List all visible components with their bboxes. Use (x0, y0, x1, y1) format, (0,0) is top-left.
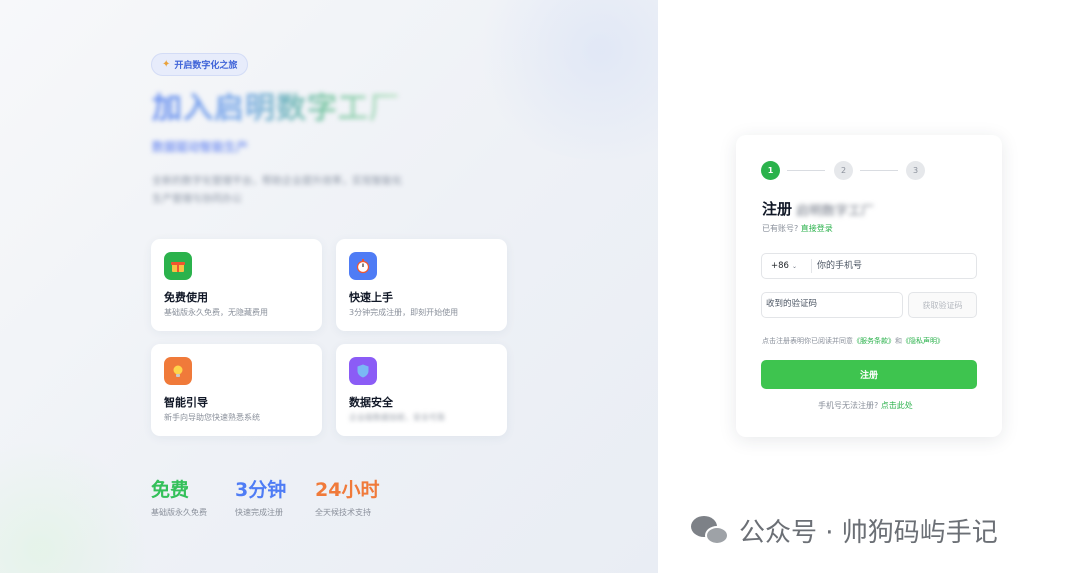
feature-title: 快速上手 (349, 291, 393, 304)
intro-panel: ✦ 开启数字化之旅 加入启明数字工厂 数据驱动智能生产 全新的数字化管理平台，帮… (0, 0, 658, 573)
agreement-text: 点击注册表明你已阅读并同意《服务条款》和《隐私声明》 (762, 336, 944, 346)
sparkle-icon: ✦ (162, 59, 171, 70)
agreement-prefix: 点击注册表明你已阅读并同意 (762, 337, 853, 345)
agreement-and: 和 (895, 337, 902, 345)
watermark-text: 公众号 · 帅狗码屿手记 (739, 518, 998, 548)
stat-support: 24小时 全天候技术支持 (315, 478, 379, 518)
feature-card-quick: 快速上手 3分钟完成注册，即刻开始使用 (336, 239, 507, 331)
phone-input[interactable] (817, 254, 972, 278)
feature-desc: 基础版永久免费，无隐藏费用 (164, 308, 268, 317)
watermark: 公众号 · 帅狗码屿手记 (691, 512, 998, 549)
click-here-link[interactable]: 点击此处 (881, 401, 913, 410)
chevron-down-icon: ⌄ (791, 262, 797, 270)
headline: 加入启明数字工厂 (152, 91, 400, 126)
login-prompt: 已有账号? 直接登录 (762, 223, 833, 234)
pill-label: 开启数字化之旅 (174, 61, 238, 71)
get-code-button[interactable]: 获取验证码 (908, 292, 977, 318)
verification-code-input[interactable] (766, 292, 898, 316)
feature-card-free: 免费使用 基础版永久免费，无隐藏费用 (151, 239, 322, 331)
cant-register-text: 手机号无法注册? (818, 401, 879, 410)
step-connector (787, 170, 825, 171)
stat-value: 免费 (151, 479, 190, 501)
feature-title: 智能引导 (164, 396, 208, 409)
step-3: 3 (906, 161, 925, 180)
stopwatch-icon (349, 252, 377, 280)
register-card (736, 135, 1002, 437)
step-1: 1 (761, 161, 780, 180)
country-code-value: +86 (771, 261, 789, 271)
stat-value: 24小时 (315, 479, 380, 501)
gift-icon (164, 252, 192, 280)
stat-free: 免费 基础版永久免费 (151, 478, 207, 518)
wechat-icon (691, 514, 731, 548)
journey-pill: ✦ 开启数字化之旅 (151, 53, 249, 76)
feature-card-guide: 智能引导 新手向导助您快速熟悉系统 (151, 344, 322, 436)
login-prompt-text: 已有账号? (762, 224, 799, 233)
step-connector (860, 170, 898, 171)
stat-label: 基础版永久免费 (151, 508, 207, 517)
feature-desc: 新手向导助您快速熟悉系统 (164, 413, 260, 422)
subheadline: 数据驱动智能生产 (152, 140, 249, 154)
cant-register-help: 手机号无法注册? 点击此处 (818, 400, 913, 411)
terms-link[interactable]: 《服务条款》 (853, 337, 895, 345)
stat-label: 快速完成注册 (235, 508, 283, 517)
shield-icon (349, 357, 377, 385)
step-2: 2 (834, 161, 853, 180)
register-button[interactable]: 注册 (761, 360, 977, 389)
feature-desc: 企业级数据加密，安全可靠 (349, 413, 445, 422)
feature-title: 免费使用 (164, 291, 208, 304)
country-code-select[interactable]: +86 ⌄ (762, 253, 812, 279)
login-link[interactable]: 直接登录 (801, 224, 833, 233)
lightbulb-icon (164, 357, 192, 385)
register-title: 注册 (762, 200, 793, 218)
divider (811, 259, 812, 273)
privacy-link[interactable]: 《隐私声明》 (902, 337, 944, 345)
description: 全新的数字化管理平台，帮助企业提升效率，实现智能化生产管理与协同办公 (152, 176, 402, 205)
stat-value: 3分钟 (235, 479, 287, 501)
register-title-suffix: 启明数字工厂 (796, 204, 875, 219)
stat-minutes: 3分钟 快速完成注册 (235, 478, 286, 518)
stat-label: 全天候技术支持 (315, 508, 371, 517)
feature-card-security: 数据安全 企业级数据加密，安全可靠 (336, 344, 507, 436)
feature-title: 数据安全 (349, 396, 393, 409)
feature-desc: 3分钟完成注册，即刻开始使用 (349, 308, 459, 317)
